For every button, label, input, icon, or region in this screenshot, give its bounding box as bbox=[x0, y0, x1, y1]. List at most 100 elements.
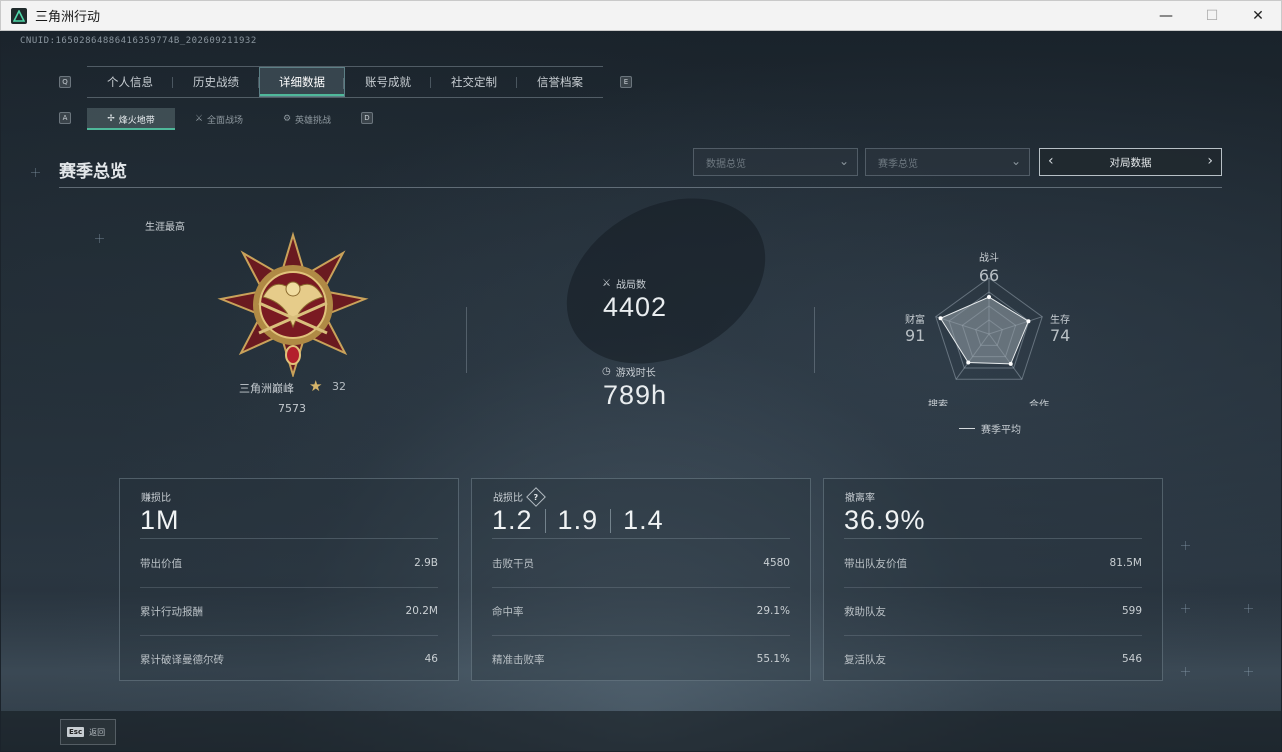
value-divider bbox=[544, 508, 546, 533]
match-data-selector[interactable]: ‹ 对局数据 › bbox=[1039, 148, 1222, 176]
radar-label-survival: 生存 bbox=[1050, 313, 1070, 326]
chevron-down-icon: ⌄ bbox=[838, 154, 849, 168]
dropdown-value: 数据总览 bbox=[706, 158, 746, 170]
tab-personal-info[interactable]: 个人信息 bbox=[87, 67, 173, 97]
radar-point bbox=[987, 295, 991, 300]
radar-label-wealth: 财富 bbox=[905, 313, 925, 326]
app-logo-icon bbox=[11, 7, 27, 24]
kd-values: 1.2 1.9 1.4 bbox=[492, 505, 664, 536]
row-value: 29.1% bbox=[756, 605, 790, 617]
decor-cross bbox=[1181, 667, 1190, 676]
row-value: 599 bbox=[1121, 605, 1142, 617]
minimize-button[interactable]: — bbox=[1143, 1, 1189, 31]
stat-row: 复活队友 546 bbox=[844, 635, 1142, 683]
profit-label: 赚损比 bbox=[141, 493, 171, 504]
radar-label-teamwork: 合作 bbox=[1029, 398, 1049, 406]
row-value: 55.1% bbox=[756, 653, 790, 665]
stat-row: 精准击败率 55.1% bbox=[492, 635, 790, 683]
background-dish bbox=[538, 165, 794, 397]
tab-social[interactable]: 社交定制 bbox=[431, 67, 517, 97]
tab-detailed-data[interactable]: 详细数据 bbox=[259, 67, 345, 97]
rank-score: 7573 bbox=[278, 402, 306, 415]
subtab-operations[interactable]: ✢ 烽火地带 bbox=[87, 108, 175, 130]
tab-achievements[interactable]: 账号成就 bbox=[345, 67, 431, 97]
row-label: 累计行动报酬 bbox=[140, 605, 203, 618]
rank-level: 32 bbox=[332, 380, 346, 393]
radar-value-wealth: 91 bbox=[905, 326, 925, 345]
player-uid: CNUID:16502864886416359774B_202609211932 bbox=[20, 36, 257, 46]
back-button[interactable]: Esc 返回 bbox=[60, 719, 116, 745]
extract-card: 撤离率 36.9% 带出队友价值 81.5M 救助队友 599 复活队友 546 bbox=[823, 478, 1163, 681]
window-title: 三角洲行动 bbox=[35, 10, 101, 25]
row-value: 2.9B bbox=[414, 557, 438, 569]
subtab-challenge[interactable]: ⚙ 英雄挑战 bbox=[263, 108, 351, 130]
tab-next-key[interactable]: E bbox=[620, 76, 632, 88]
kd-label-text: 战损比 bbox=[493, 493, 523, 504]
rank-medal-icon bbox=[217, 231, 369, 377]
main-tabs: 个人信息 历史战绩 详细数据 账号成就 社交定制 信誉档案 bbox=[87, 66, 603, 98]
rank-star-icon: ★ bbox=[309, 377, 323, 395]
subtab-warfare[interactable]: ⚔ 全面战场 bbox=[175, 108, 263, 130]
radar-legend: 赛季平均 bbox=[959, 421, 1021, 436]
chevron-right-icon[interactable]: › bbox=[1207, 153, 1213, 169]
tab-history[interactable]: 历史战绩 bbox=[173, 67, 259, 97]
subtab-next-key[interactable]: D bbox=[361, 112, 373, 124]
column-divider bbox=[466, 307, 467, 373]
stat-row: 带出价值 2.9B bbox=[140, 539, 438, 587]
battlefield-icon: ⚔ bbox=[194, 114, 204, 124]
value-divider bbox=[610, 508, 612, 533]
decor-cross bbox=[1244, 604, 1253, 613]
section-title: 赛季总览 bbox=[59, 162, 127, 182]
section-divider bbox=[59, 187, 1222, 188]
rank-name: 三角洲巅峰 bbox=[239, 382, 294, 395]
radar-value-combat: 66 bbox=[979, 266, 999, 285]
decor-cross bbox=[1181, 604, 1190, 613]
playtime-label: ◷ 游戏时长 bbox=[602, 364, 656, 379]
subtab-label: 烽火地带 bbox=[118, 115, 155, 126]
help-icon[interactable]: ? bbox=[526, 486, 546, 507]
ability-radar-chart: 战斗 66 生存 74 合作 66 搜索 63 财富 91 bbox=[905, 252, 1070, 406]
dropdown-value: 赛季总览 bbox=[878, 158, 918, 170]
profit-card: 赚损比 1M 带出价值 2.9B 累计行动报酬 20.2M 累计破译曼德尔砖 4… bbox=[119, 478, 459, 681]
data-overview-dropdown[interactable]: 数据总览 ⌄ bbox=[693, 148, 858, 176]
matches-label-text: 战局数 bbox=[615, 280, 646, 291]
radar-value-polygon bbox=[939, 296, 1030, 365]
playtime-label-text: 游戏时长 bbox=[615, 368, 656, 379]
row-label: 击败干员 bbox=[492, 557, 534, 570]
subtab-prev-key[interactable]: A bbox=[59, 112, 71, 124]
row-label: 精准击败率 bbox=[492, 653, 545, 666]
maximize-button[interactable]: ☐ bbox=[1189, 1, 1235, 31]
row-label: 带出队友价值 bbox=[844, 557, 907, 570]
chevron-left-icon[interactable]: ‹ bbox=[1048, 153, 1054, 169]
matches-label: ⚔ 战局数 bbox=[602, 276, 646, 291]
decor-cross bbox=[31, 168, 40, 177]
row-label: 复活队友 bbox=[844, 653, 886, 666]
close-button[interactable]: ✕ bbox=[1235, 1, 1281, 31]
kd-value: 1.9 bbox=[557, 505, 599, 535]
profit-value: 1M bbox=[140, 505, 180, 535]
matches-value: 4402 bbox=[603, 292, 668, 322]
radar-point bbox=[966, 360, 971, 365]
game-viewport: CNUID:16502864886416359774B_202609211932… bbox=[1, 31, 1281, 751]
row-value: 20.2M bbox=[405, 605, 438, 617]
fire-icon: ✢ bbox=[107, 114, 115, 124]
row-value: 4580 bbox=[763, 557, 790, 569]
subtab-label: 英雄挑战 bbox=[295, 115, 332, 126]
clock-icon: ◷ bbox=[602, 366, 611, 377]
row-label: 救助队友 bbox=[844, 605, 886, 618]
stat-row: 带出队友价值 81.5M bbox=[844, 539, 1142, 587]
tab-reputation[interactable]: 信誉档案 bbox=[517, 67, 603, 97]
footer-bar bbox=[1, 711, 1281, 751]
tab-prev-key[interactable]: Q bbox=[59, 76, 71, 88]
stat-row: 救助队友 599 bbox=[844, 587, 1142, 635]
mode-subtabs: ✢ 烽火地带 ⚔ 全面战场 ⚙ 英雄挑战 bbox=[87, 108, 351, 130]
season-dropdown[interactable]: 赛季总览 ⌄ bbox=[865, 148, 1030, 176]
subtab-label: 全面战场 bbox=[207, 115, 244, 126]
row-value: 81.5M bbox=[1109, 557, 1142, 569]
stat-row: 击败干员 4580 bbox=[492, 539, 790, 587]
stat-row: 命中率 29.1% bbox=[492, 587, 790, 635]
playtime-value: 789h bbox=[603, 380, 668, 410]
extract-value: 36.9% bbox=[844, 505, 926, 535]
window-titlebar: 三角洲行动 — ☐ ✕ bbox=[0, 0, 1282, 31]
challenge-icon: ⚙ bbox=[282, 114, 292, 124]
